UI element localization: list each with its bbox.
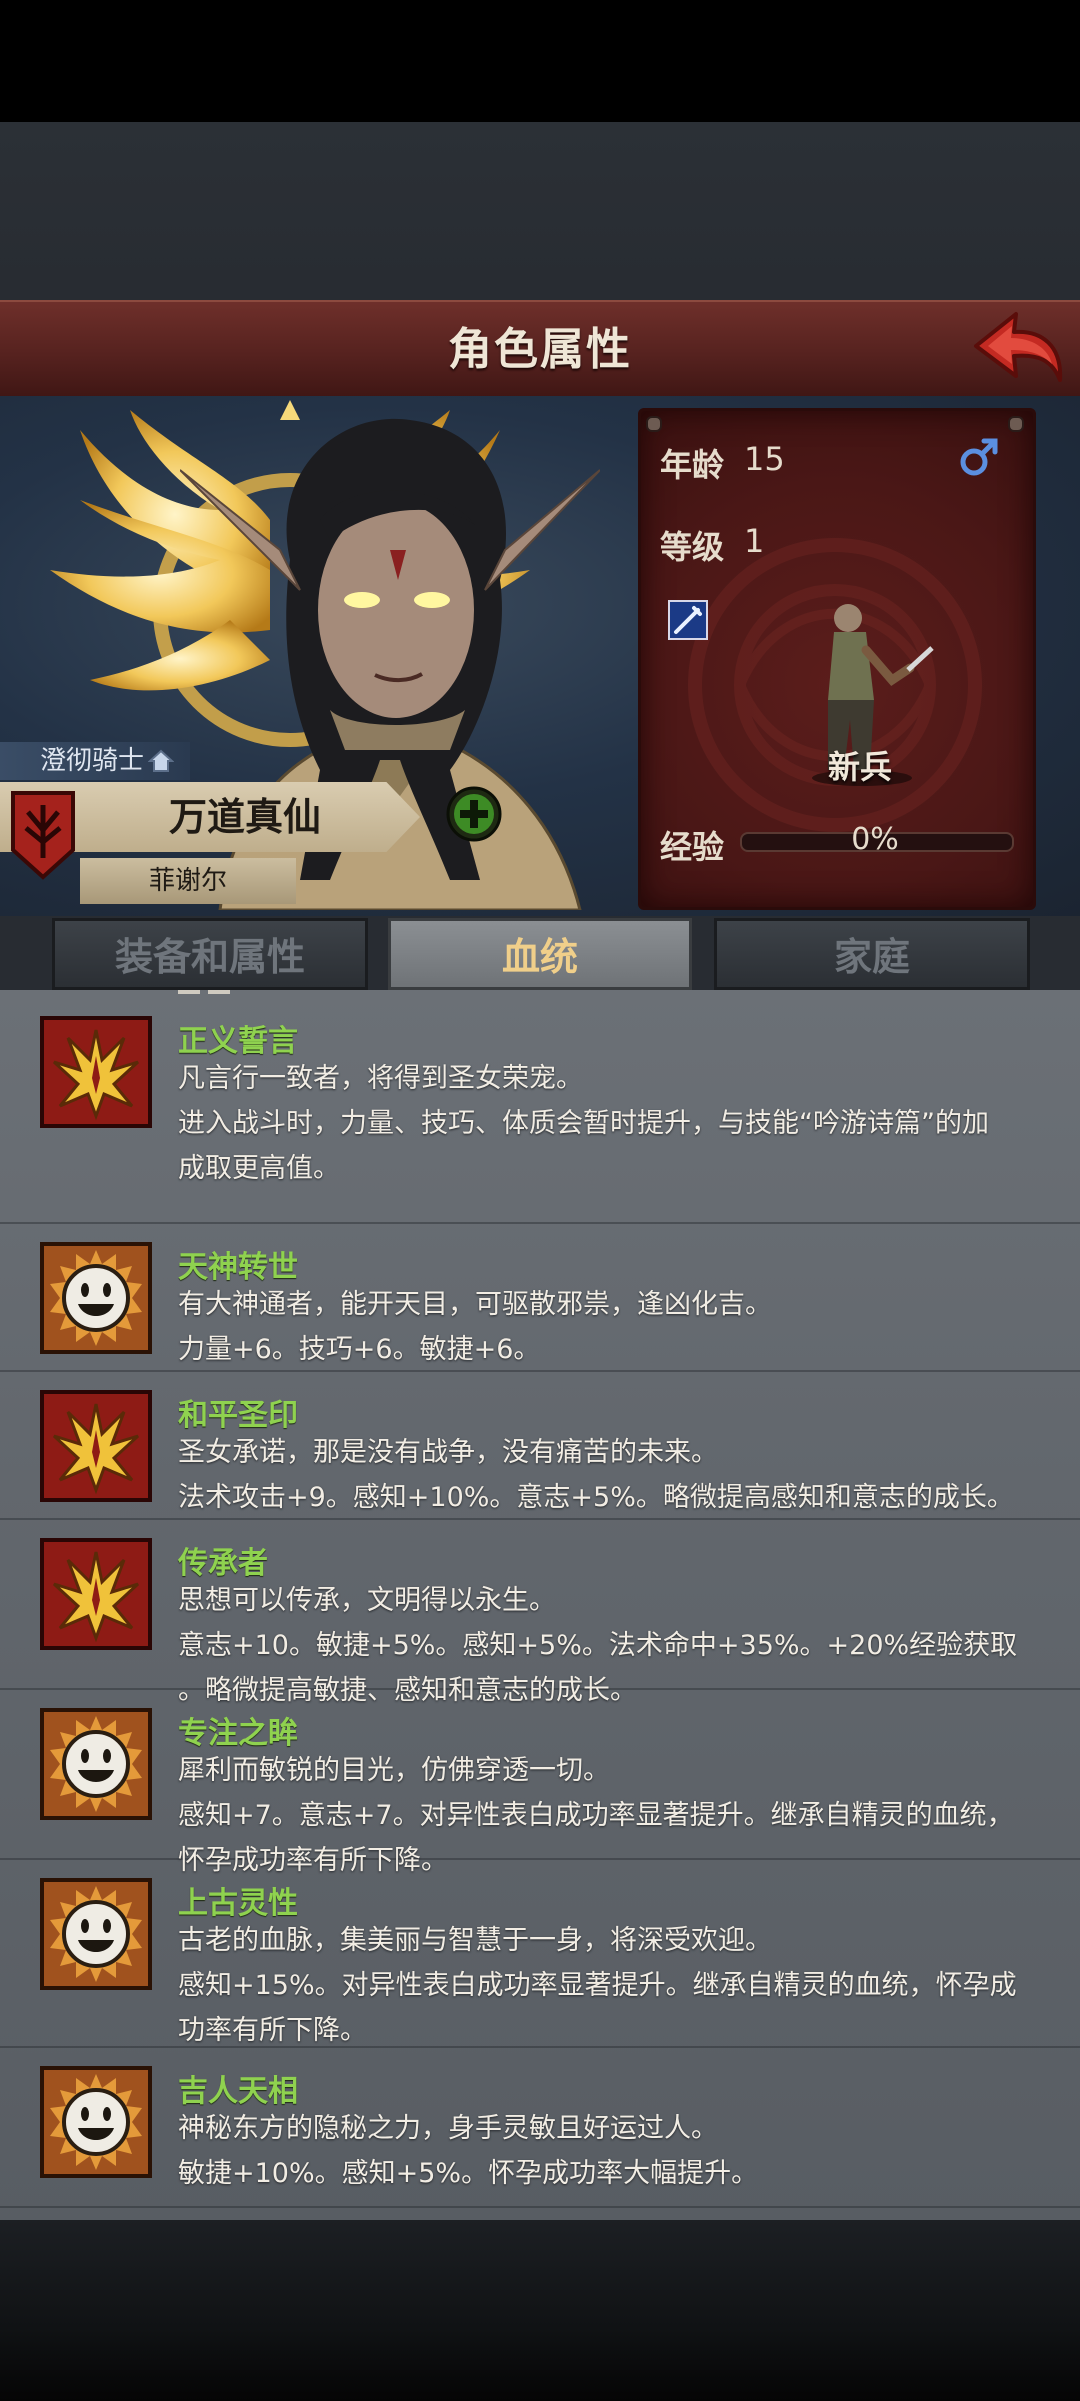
trait-description-line: 法术攻击+9。感知+10%。意志+5%。略微提高感知和意志的成长。 — [178, 1482, 1014, 1513]
red-flame-icon — [40, 1016, 152, 1128]
character-name: 万道真仙 — [168, 795, 321, 839]
trait-row[interactable]: 吉人天相神秘东方的隐秘之力，身手灵敏且好运过人。敏捷+10%。感知+5%。怀孕成… — [0, 2046, 1080, 2208]
trait-name: 天神转世 — [178, 1250, 298, 1285]
level-value: 1 — [744, 522, 765, 560]
trait-description-line: 古老的血脉，集美丽与智慧于一身，将深受欢迎。 — [178, 1925, 772, 1956]
trait-description: 圣女承诺，那是没有战争，没有痛苦的未来。法术攻击+9。感知+10%。意志+5%。… — [178, 1430, 1038, 1520]
page-title: 角色属性 — [448, 324, 632, 375]
house-icon — [148, 749, 174, 772]
trait-description: 神秘东方的隐秘之力，身手灵敏且好运过人。敏捷+10%。感知+5%。怀孕成功率大幅… — [178, 2106, 1038, 2196]
character-subname: 菲谢尔 — [148, 866, 227, 896]
trait-description-line: 成取更高值。 — [178, 1153, 340, 1184]
trait-description-line: 神秘东方的隐秘之力，身手灵敏且好运过人。 — [178, 2113, 718, 2144]
trait-description: 凡言行一致者，将得到圣女荣宠。进入战斗时，力量、技巧、体质会暂时提升，与技能“吟… — [178, 1056, 1038, 1191]
trait-description-line: 感知+15%。对异性表白成功率显著提升。继承自精灵的血统，怀孕成 — [178, 1970, 1017, 2001]
trait-row[interactable]: 上古灵性古老的血脉，集美丽与智慧于一身，将深受欢迎。感知+15%。对异性表白成功… — [0, 1858, 1080, 2048]
bloodline-trait-list[interactable]: 正义誓言凡言行一致者，将得到圣女荣宠。进入战斗时，力量、技巧、体质会暂时提升，与… — [0, 990, 1080, 2220]
trait-row[interactable]: 天神转世 有大神通者，能开天目，可驱散邪祟，逢凶化吉。 力量+6。技巧+6。敏捷+6… — [0, 1222, 1080, 1372]
trait-name: 吉人天相 — [178, 2074, 298, 2109]
trait-description: 古老的血脉，集美丽与智慧于一身，将深受欢迎。感知+15%。对异性表白成功率显著提… — [178, 1918, 1038, 2053]
rank-label: 新兵 — [827, 748, 892, 786]
trait-description-line: 力量+6。技巧+6。敏捷+6。 — [178, 1334, 541, 1365]
red-flame-icon — [40, 1390, 152, 1502]
trait-description-line: 敏捷+10%。感知+5%。怀孕成功率大幅提升。 — [178, 2158, 759, 2189]
smiley-sun-icon — [40, 1242, 152, 1354]
tab-bloodline[interactable]: 血统 — [388, 918, 692, 990]
trait-description: 有大神通者，能开天目，可驱散邪祟，逢凶化吉。 力量+6。技巧+6。敏捷+6。 — [178, 1282, 1038, 1372]
smiley-sun-icon — [40, 1878, 152, 1990]
red-flame-icon — [40, 1538, 152, 1650]
trait-name: 上古灵性 — [178, 1886, 298, 1921]
male-gender-icon — [960, 438, 998, 476]
sword-skill-icon[interactable] — [668, 600, 708, 640]
trait-description-line: 有大神通者，能开天目，可驱散邪祟，逢凶化吉。 — [178, 1289, 772, 1320]
trait-name: 传承者 — [178, 1546, 268, 1581]
rivet-decoration — [1008, 416, 1024, 432]
exp-percent: 0% — [851, 822, 899, 857]
trait-row[interactable]: 正义誓言凡言行一致者，将得到圣女荣宠。进入战斗时，力量、技巧、体质会暂时提升，与… — [0, 996, 1080, 1224]
smiley-sun-icon — [40, 2066, 152, 2178]
tab-family[interactable]: 家庭 — [714, 918, 1030, 990]
trait-description-line: 凡言行一致者，将得到圣女荣宠。 — [178, 1063, 583, 1094]
trait-description-line: 思想可以传承，文明得以永生。 — [178, 1585, 556, 1616]
back-arrow-icon — [974, 312, 1063, 382]
trait-row[interactable]: 专注之眸犀利而敏锐的目光，仿佛穿透一切。感知+7。意志+7。对异性表白成功率显著… — [0, 1688, 1080, 1876]
rivet-decoration — [646, 416, 662, 432]
level-label: 等级 — [660, 528, 725, 566]
exp-label: 经验 — [660, 828, 725, 866]
add-button[interactable] — [446, 786, 502, 842]
trait-row[interactable]: 和平圣印圣女承诺，那是没有战争，没有痛苦的未来。法术攻击+9。感知+10%。意志… — [0, 1370, 1080, 1520]
trait-name: 和平圣印 — [178, 1398, 298, 1433]
trait-description-line: 感知+7。意志+7。对异性表白成功率显著提升。继承自精灵的血统， — [178, 1800, 1014, 1831]
smiley-sun-icon — [40, 1708, 152, 1820]
trait-row[interactable]: 传承者思想可以传承，文明得以永生。意志+10。敏捷+5%。感知+5%。法术命中+… — [0, 1518, 1080, 1706]
trait-description-line: 意志+10。敏捷+5%。感知+5%。法术命中+35%。+20%经验获取 — [178, 1630, 1018, 1661]
title-bar: 角色属性 — [0, 300, 1080, 401]
bottom-bar — [0, 2220, 1080, 2401]
age-label: 年龄 — [660, 446, 725, 484]
trait-description-line: 进入战斗时，力量、技巧、体质会暂时提升，与技能“吟游诗篇”的加 — [178, 1108, 989, 1139]
status-bar-area — [0, 0, 1080, 122]
trait-description-line: 圣女承诺，那是没有战争，没有痛苦的未来。 — [178, 1437, 718, 1468]
plus-icon — [446, 786, 502, 842]
age-value: 15 — [744, 440, 785, 478]
tab-equipment-attributes[interactable]: 装备和属性 — [52, 918, 368, 990]
crest-icon — [11, 791, 75, 880]
trait-name: 正义誓言 — [178, 1024, 298, 1059]
trait-name: 专注之眸 — [178, 1716, 298, 1751]
back-button[interactable] — [968, 306, 1068, 390]
trait-description-line: 犀利而敏锐的目光，仿佛穿透一切。 — [178, 1755, 610, 1786]
